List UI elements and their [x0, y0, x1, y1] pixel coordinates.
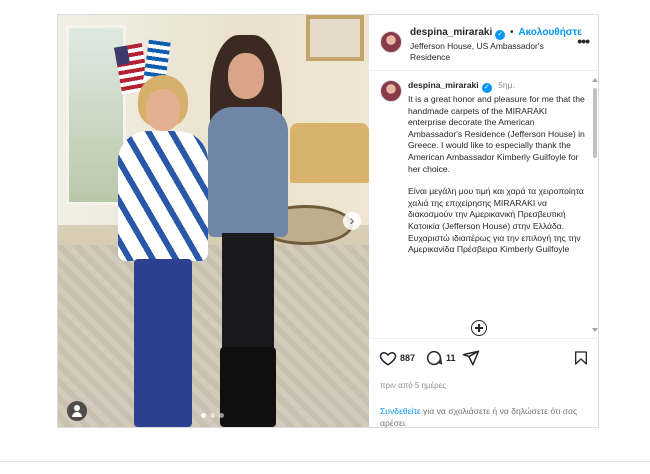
- carousel-next-button[interactable]: ›: [343, 212, 361, 230]
- photo-person-right: [198, 35, 298, 427]
- photo-painting: [306, 15, 364, 61]
- post-author-line: despina_miraraki ✓ • Ακολουθήστε: [410, 27, 582, 40]
- instagram-post: › despina_miraraki ✓ • Ακολουθήστε Jeffer…: [57, 14, 599, 428]
- post-caption: despina_miraraki ✓ 5ημ. It is a great hon…: [408, 80, 586, 256]
- comment-count[interactable]: 11: [446, 353, 456, 363]
- caption-text-greek: Είναι μεγάλη μου τιμή και χαρά τα χειροπ…: [408, 186, 584, 255]
- person-left-top: [118, 131, 208, 261]
- login-link[interactable]: Συνδεθείτε: [380, 406, 421, 416]
- caption-text-english: It is a great honor and pleasure for me …: [408, 94, 585, 174]
- like-count[interactable]: 887: [400, 353, 415, 363]
- comment-icon[interactable]: [425, 349, 443, 367]
- login-prompt: Συνδεθείτε για να σχολιάσετε ή να δηλώσε…: [380, 405, 590, 429]
- verified-badge-icon: ✓: [481, 83, 492, 93]
- author-avatar[interactable]: [380, 31, 402, 53]
- person-right-boots: [220, 347, 276, 427]
- heart-icon[interactable]: [379, 349, 397, 367]
- comments-scrollbar[interactable]: [592, 78, 598, 332]
- chevron-right-icon: ›: [349, 212, 355, 228]
- post-sidebar: despina_miraraki ✓ • Ακολουθήστε Jefferso…: [370, 15, 599, 429]
- caption-author-avatar[interactable]: [380, 80, 402, 102]
- comments-area: despina_miraraki ✓ 5ημ. It is a great hon…: [370, 72, 599, 338]
- post-photo[interactable]: ›: [58, 15, 369, 427]
- verified-badge-icon: ✓: [495, 30, 506, 40]
- author-username[interactable]: despina_miraraki: [410, 27, 492, 38]
- person-right-face: [228, 53, 264, 99]
- carousel-dots: [201, 413, 224, 418]
- page-divider: [0, 461, 650, 462]
- post-location[interactable]: Jefferson House, US Ambassador's Residen…: [410, 41, 560, 63]
- person-right-top: [208, 107, 288, 237]
- caption-username[interactable]: despina_miraraki: [408, 80, 479, 90]
- post-time-ago: πριν από 5 ημέρες: [380, 381, 447, 390]
- post-header: despina_miraraki ✓ • Ακολουθήστε Jefferso…: [370, 15, 599, 71]
- person-left-face: [146, 89, 180, 131]
- scroll-thumb[interactable]: [593, 88, 597, 158]
- user-tag-icon[interactable]: [67, 401, 87, 421]
- follow-button[interactable]: Ακολουθήστε: [518, 27, 582, 38]
- photo-sofa: [290, 123, 369, 183]
- caption-time: 5ημ.: [498, 80, 515, 90]
- more-options-icon[interactable]: •••: [577, 33, 590, 49]
- add-comment-icon[interactable]: [471, 320, 487, 336]
- separator-dot: •: [510, 27, 514, 38]
- carousel-dot-active: [201, 413, 206, 418]
- carousel-dot: [219, 413, 224, 418]
- share-icon[interactable]: [462, 349, 480, 367]
- scroll-up-arrow[interactable]: [592, 78, 598, 82]
- photo-person-left: [114, 75, 210, 427]
- post-actions: 887 11 πριν από 5 ημέρες Συνδεθείτε για …: [370, 338, 599, 429]
- bookmark-icon[interactable]: [573, 349, 589, 367]
- person-left-pants: [134, 259, 192, 427]
- scroll-down-arrow[interactable]: [592, 328, 598, 332]
- person-right-pants: [222, 233, 274, 353]
- carousel-dot: [210, 413, 215, 418]
